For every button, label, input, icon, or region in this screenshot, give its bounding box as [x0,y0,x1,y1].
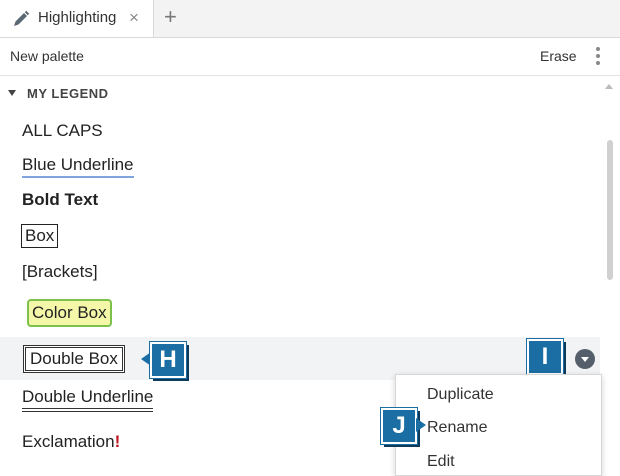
legend-item-brackets[interactable]: [Brackets] [22,262,98,282]
section-title: MY LEGEND [27,86,109,101]
kebab-menu-icon[interactable] [594,47,602,67]
callout-badge-j: J [380,407,418,445]
caret-down-icon [8,90,16,96]
close-icon[interactable]: × [129,8,139,28]
pencil-icon [14,10,30,26]
new-palette-button[interactable]: New palette [10,48,84,64]
legend-item-exclamation[interactable]: Exclamation! [22,432,120,452]
legend-item-double-underline[interactable]: Double Underline [22,387,154,412]
legend-item-blue-underline[interactable]: Blue Underline [22,155,134,178]
tab-bar: Highlighting × + [0,0,620,38]
legend-item-box[interactable]: Box [21,224,59,248]
scroll-up-arrow-icon[interactable] [605,84,613,89]
legend-item-color-box[interactable]: Color Box [27,299,112,327]
row-dropdown-button[interactable] [575,349,595,369]
add-tab-button[interactable]: + [164,5,177,29]
exclamation-label: Exclamation [22,432,115,451]
callout-badge-h: H [149,341,187,379]
menu-item-duplicate[interactable]: Duplicate [427,386,494,404]
chevron-down-icon [581,357,589,362]
menu-item-edit[interactable]: Edit [427,453,455,471]
menu-item-rename[interactable]: Rename [427,419,487,437]
callout-j-pointer [416,418,426,432]
tab-highlighting[interactable]: Highlighting × [0,0,154,37]
context-menu: Duplicate Rename Edit [395,374,602,476]
tab-label: Highlighting [38,9,117,26]
legend-item-all-caps[interactable]: ALL CAPS [22,121,103,141]
legend-item-double-box[interactable]: Double Box [23,345,125,373]
scrollbar-thumb[interactable] [607,140,613,280]
legend-item-bold-text[interactable]: Bold Text [22,190,98,210]
exclamation-mark: ! [114,432,121,451]
erase-button[interactable]: Erase [540,48,577,64]
toolbar: New palette Erase [0,38,620,76]
callout-badge-i: I [526,338,564,376]
